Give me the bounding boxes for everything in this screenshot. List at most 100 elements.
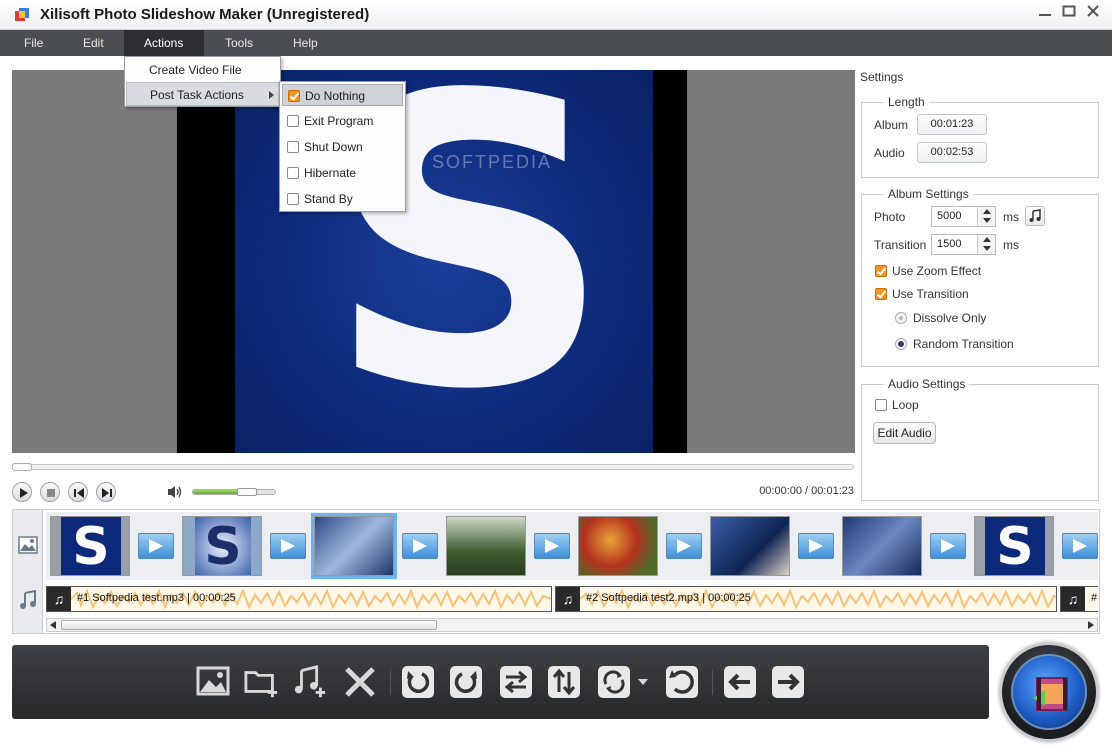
effects-icon[interactable] xyxy=(596,664,632,700)
swap-horizontal-icon[interactable] xyxy=(498,664,534,700)
menu-post-task-actions[interactable]: Post Task Actions xyxy=(126,82,279,106)
transition-marker[interactable] xyxy=(798,533,834,559)
edit-audio-button[interactable]: Edit Audio xyxy=(873,422,936,444)
photo-duration-stepper[interactable] xyxy=(977,207,995,226)
transition-marker[interactable] xyxy=(270,533,306,559)
use-transition-checkbox[interactable] xyxy=(875,288,887,300)
music-note-button[interactable] xyxy=(1025,206,1045,226)
submenu-do-nothing[interactable]: Do Nothing xyxy=(282,84,403,106)
play-icon xyxy=(20,488,28,498)
photo-thumbnail[interactable] xyxy=(446,516,526,576)
audio-length-value: 00:02:53 xyxy=(917,142,987,163)
menu-actions[interactable]: Actions xyxy=(124,30,204,56)
seek-thumb[interactable] xyxy=(12,463,32,471)
audio-settings-title: Audio Settings xyxy=(884,377,970,391)
menu-create-video-file[interactable]: Create Video File xyxy=(126,58,279,82)
video-frame: S SOFTPEDIA xyxy=(177,70,687,453)
timeline: S S S ♫ #1 Softpedia test.mp3 | 00:00:25 xyxy=(12,509,1100,634)
submenu-hibernate[interactable]: Hibernate xyxy=(282,162,403,184)
close-icon xyxy=(1087,5,1099,17)
menu-help[interactable]: Help xyxy=(283,30,328,56)
photo-thumbnail[interactable] xyxy=(710,516,790,576)
skip-forward-icon xyxy=(102,488,112,498)
album-length-value: 00:01:23 xyxy=(917,114,987,135)
photo-thumbnail[interactable] xyxy=(842,516,922,576)
delete-icon[interactable] xyxy=(342,664,378,700)
random-transition-radio[interactable] xyxy=(895,338,907,350)
submenu-stand-by[interactable]: Stand By xyxy=(282,188,403,210)
add-music-icon[interactable] xyxy=(292,664,328,700)
audio-track: ♫ #1 Softpedia test.mp3 | 00:00:25 ♫ #2 … xyxy=(46,584,1098,614)
thumbnail-letter: S xyxy=(195,517,251,575)
transition-marker[interactable] xyxy=(402,533,438,559)
stop-button[interactable] xyxy=(40,482,60,502)
minimize-button[interactable] xyxy=(1034,4,1056,24)
shut-down-checkbox xyxy=(287,141,299,153)
exit-program-label: Exit Program xyxy=(304,114,374,128)
volume-slider[interactable] xyxy=(192,488,276,496)
audio-clip[interactable]: ♫ #1 Softpedia test.mp3 | 00:00:25 xyxy=(46,586,552,612)
seek-bar[interactable] xyxy=(12,463,854,471)
photo-thumbnail[interactable]: S xyxy=(974,516,1054,576)
photo-duration-input[interactable]: 5000 xyxy=(931,206,996,227)
menu-edit[interactable]: Edit xyxy=(73,30,114,56)
minimize-icon xyxy=(1039,14,1051,16)
audio-clip[interactable]: ♫ #2 Softpedia test2.mp3 | 00:00:25 xyxy=(555,586,1057,612)
submenu-exit-program[interactable]: Exit Program xyxy=(282,110,403,132)
transition-marker[interactable] xyxy=(534,533,570,559)
audio-clip[interactable]: ♫ # xyxy=(1060,586,1098,612)
next-button[interactable] xyxy=(96,482,116,502)
play-button[interactable] xyxy=(12,482,32,502)
hibernate-checkbox xyxy=(287,167,299,179)
transition-ms-label: ms xyxy=(1003,238,1019,252)
scroll-left-icon[interactable] xyxy=(50,621,56,629)
window-title: Xilisoft Photo Slideshow Maker (Unregist… xyxy=(40,6,370,23)
add-photo-icon[interactable] xyxy=(196,664,232,700)
volume-thumb[interactable] xyxy=(237,488,257,496)
transition-marker[interactable] xyxy=(138,533,174,559)
rotate-left-icon[interactable] xyxy=(400,664,436,700)
rotate-right-icon[interactable] xyxy=(448,664,484,700)
menu-file[interactable]: File xyxy=(14,30,53,56)
maximize-button[interactable] xyxy=(1058,4,1080,24)
undo-icon[interactable] xyxy=(664,664,700,700)
scrollbar-thumb[interactable] xyxy=(61,620,437,630)
submenu-shut-down[interactable]: Shut Down xyxy=(282,136,403,158)
close-button[interactable] xyxy=(1082,4,1104,24)
photo-thumbnail[interactable]: S xyxy=(50,516,130,576)
transition-duration-label: Transition xyxy=(874,238,927,252)
timeline-scrollbar[interactable] xyxy=(46,618,1098,632)
transition-marker[interactable] xyxy=(1062,533,1098,559)
music-note-icon xyxy=(1029,209,1041,222)
transition-marker[interactable] xyxy=(666,533,702,559)
swap-vertical-icon[interactable] xyxy=(546,664,582,700)
exit-program-checkbox xyxy=(287,115,299,127)
previous-button[interactable] xyxy=(68,482,88,502)
volume-icon[interactable] xyxy=(167,485,183,499)
length-group-title: Length xyxy=(884,95,929,109)
zoom-effect-checkbox[interactable] xyxy=(875,265,887,277)
transition-duration-value: 1500 xyxy=(937,238,962,250)
photo-thumbnail[interactable] xyxy=(311,513,397,579)
menu-tools[interactable]: Tools xyxy=(215,30,263,56)
move-right-icon[interactable] xyxy=(770,664,806,700)
create-slideshow-button[interactable] xyxy=(1000,643,1098,741)
transition-duration-input[interactable]: 1500 xyxy=(931,234,996,255)
transition-marker[interactable] xyxy=(930,533,966,559)
scroll-right-icon[interactable] xyxy=(1088,621,1094,629)
shut-down-label: Shut Down xyxy=(304,140,363,154)
audio-clip-label: #2 Softpedia test2.mp3 | 00:00:25 xyxy=(586,592,751,604)
maximize-icon xyxy=(1062,5,1076,17)
photo-thumbnail[interactable]: S xyxy=(182,516,262,576)
random-transition-label: Random Transition xyxy=(913,337,1014,351)
dissolve-only-label: Dissolve Only xyxy=(913,311,987,325)
post-task-submenu: Do Nothing Exit Program Shut Down Hibern… xyxy=(279,81,406,212)
photo-thumbnail[interactable] xyxy=(578,516,658,576)
loop-checkbox[interactable] xyxy=(875,399,887,411)
add-folder-icon[interactable] xyxy=(244,664,280,700)
photo-ms-label: ms xyxy=(1003,210,1019,224)
move-left-icon[interactable] xyxy=(722,664,758,700)
dissolve-only-radio[interactable] xyxy=(895,312,907,324)
transition-duration-stepper[interactable] xyxy=(977,235,995,254)
effects-dropdown-icon[interactable] xyxy=(638,679,648,685)
